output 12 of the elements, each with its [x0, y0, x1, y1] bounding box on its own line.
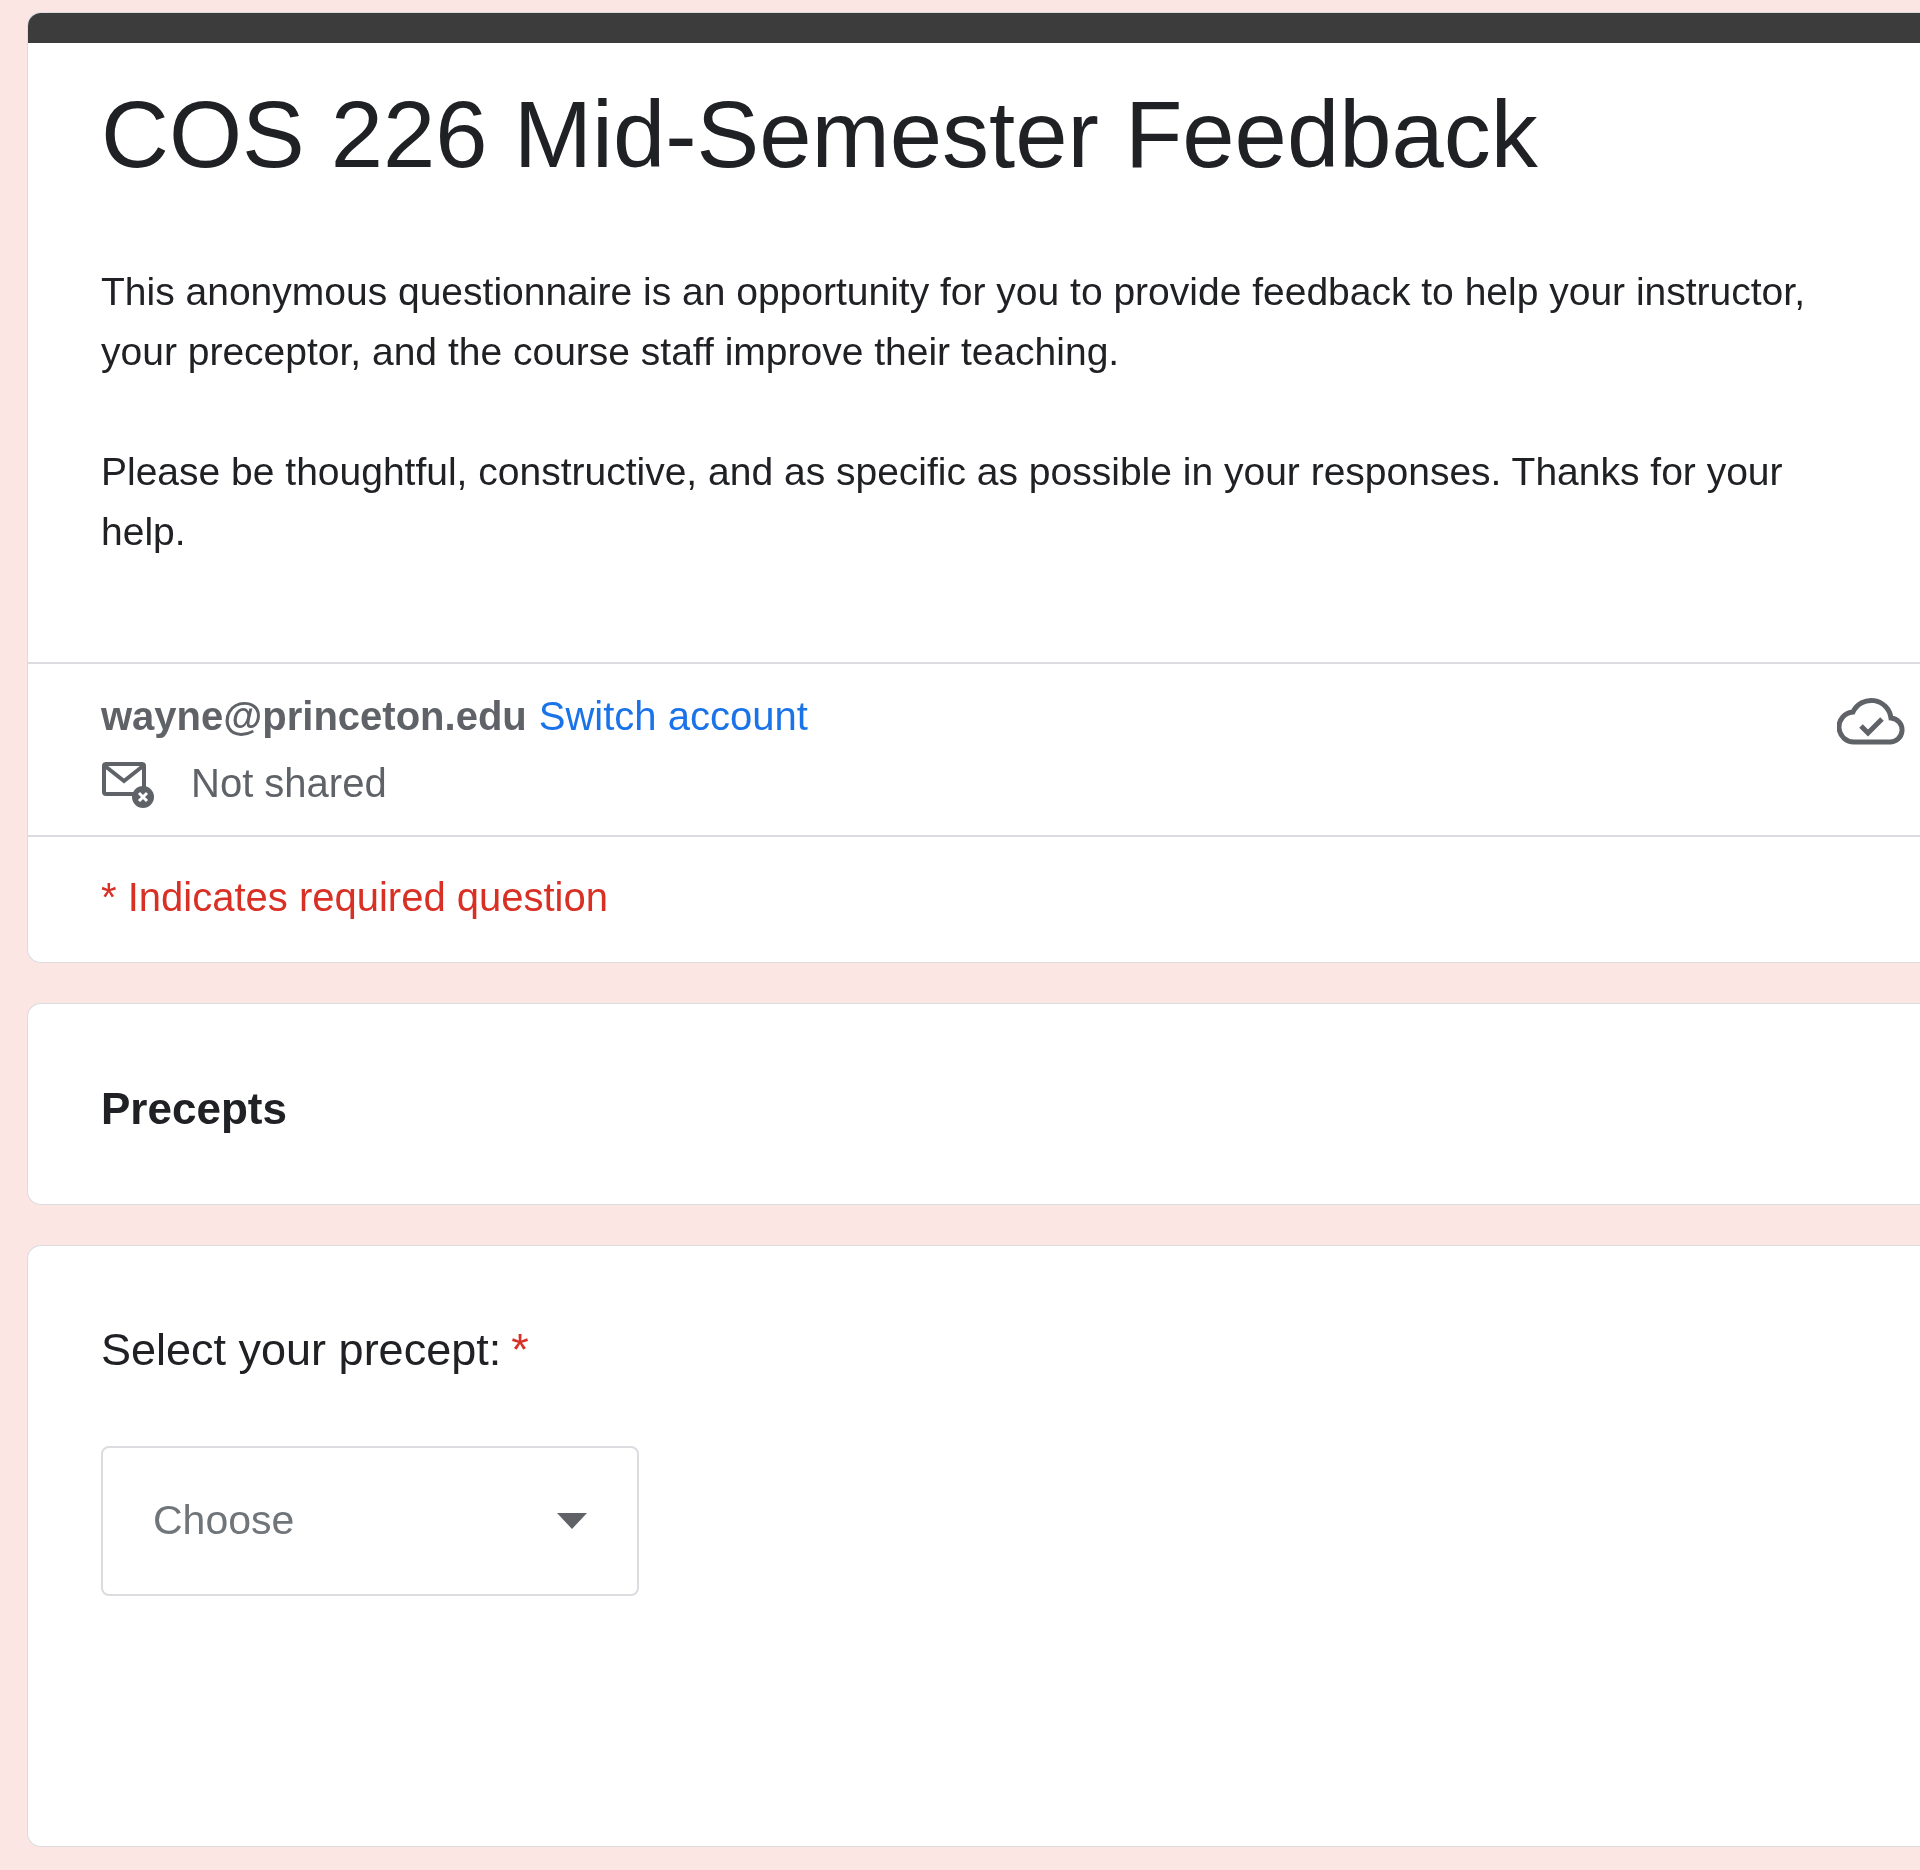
section-title: Precepts	[100, 1082, 288, 1135]
question-title: Select your precept:	[101, 1323, 502, 1376]
caret-icon	[557, 1512, 587, 1529]
form-title: COS 226 Mid-Semester Feedback	[100, 81, 1539, 189]
privacy-status: Not shared	[191, 761, 387, 807]
switch-account-link[interactable]: Switch account	[538, 693, 808, 739]
form-description: Please be thoughtful, constructive, and as specific as possible in your responses. Thanks for your help.	[101, 448, 1784, 555]
account-email: wayne@princeton.edu	[101, 693, 527, 739]
required-note: * Indicates required question	[100, 873, 609, 921]
choose-dropdown[interactable]: Choose	[101, 1445, 639, 1596]
form-description: This anonymous questionnaire is an opportunity for you to provide feedback to help your instructor, your preceptor, and the course staff improve their teaching.	[101, 268, 1806, 375]
required-asterisk: *	[511, 1323, 529, 1376]
